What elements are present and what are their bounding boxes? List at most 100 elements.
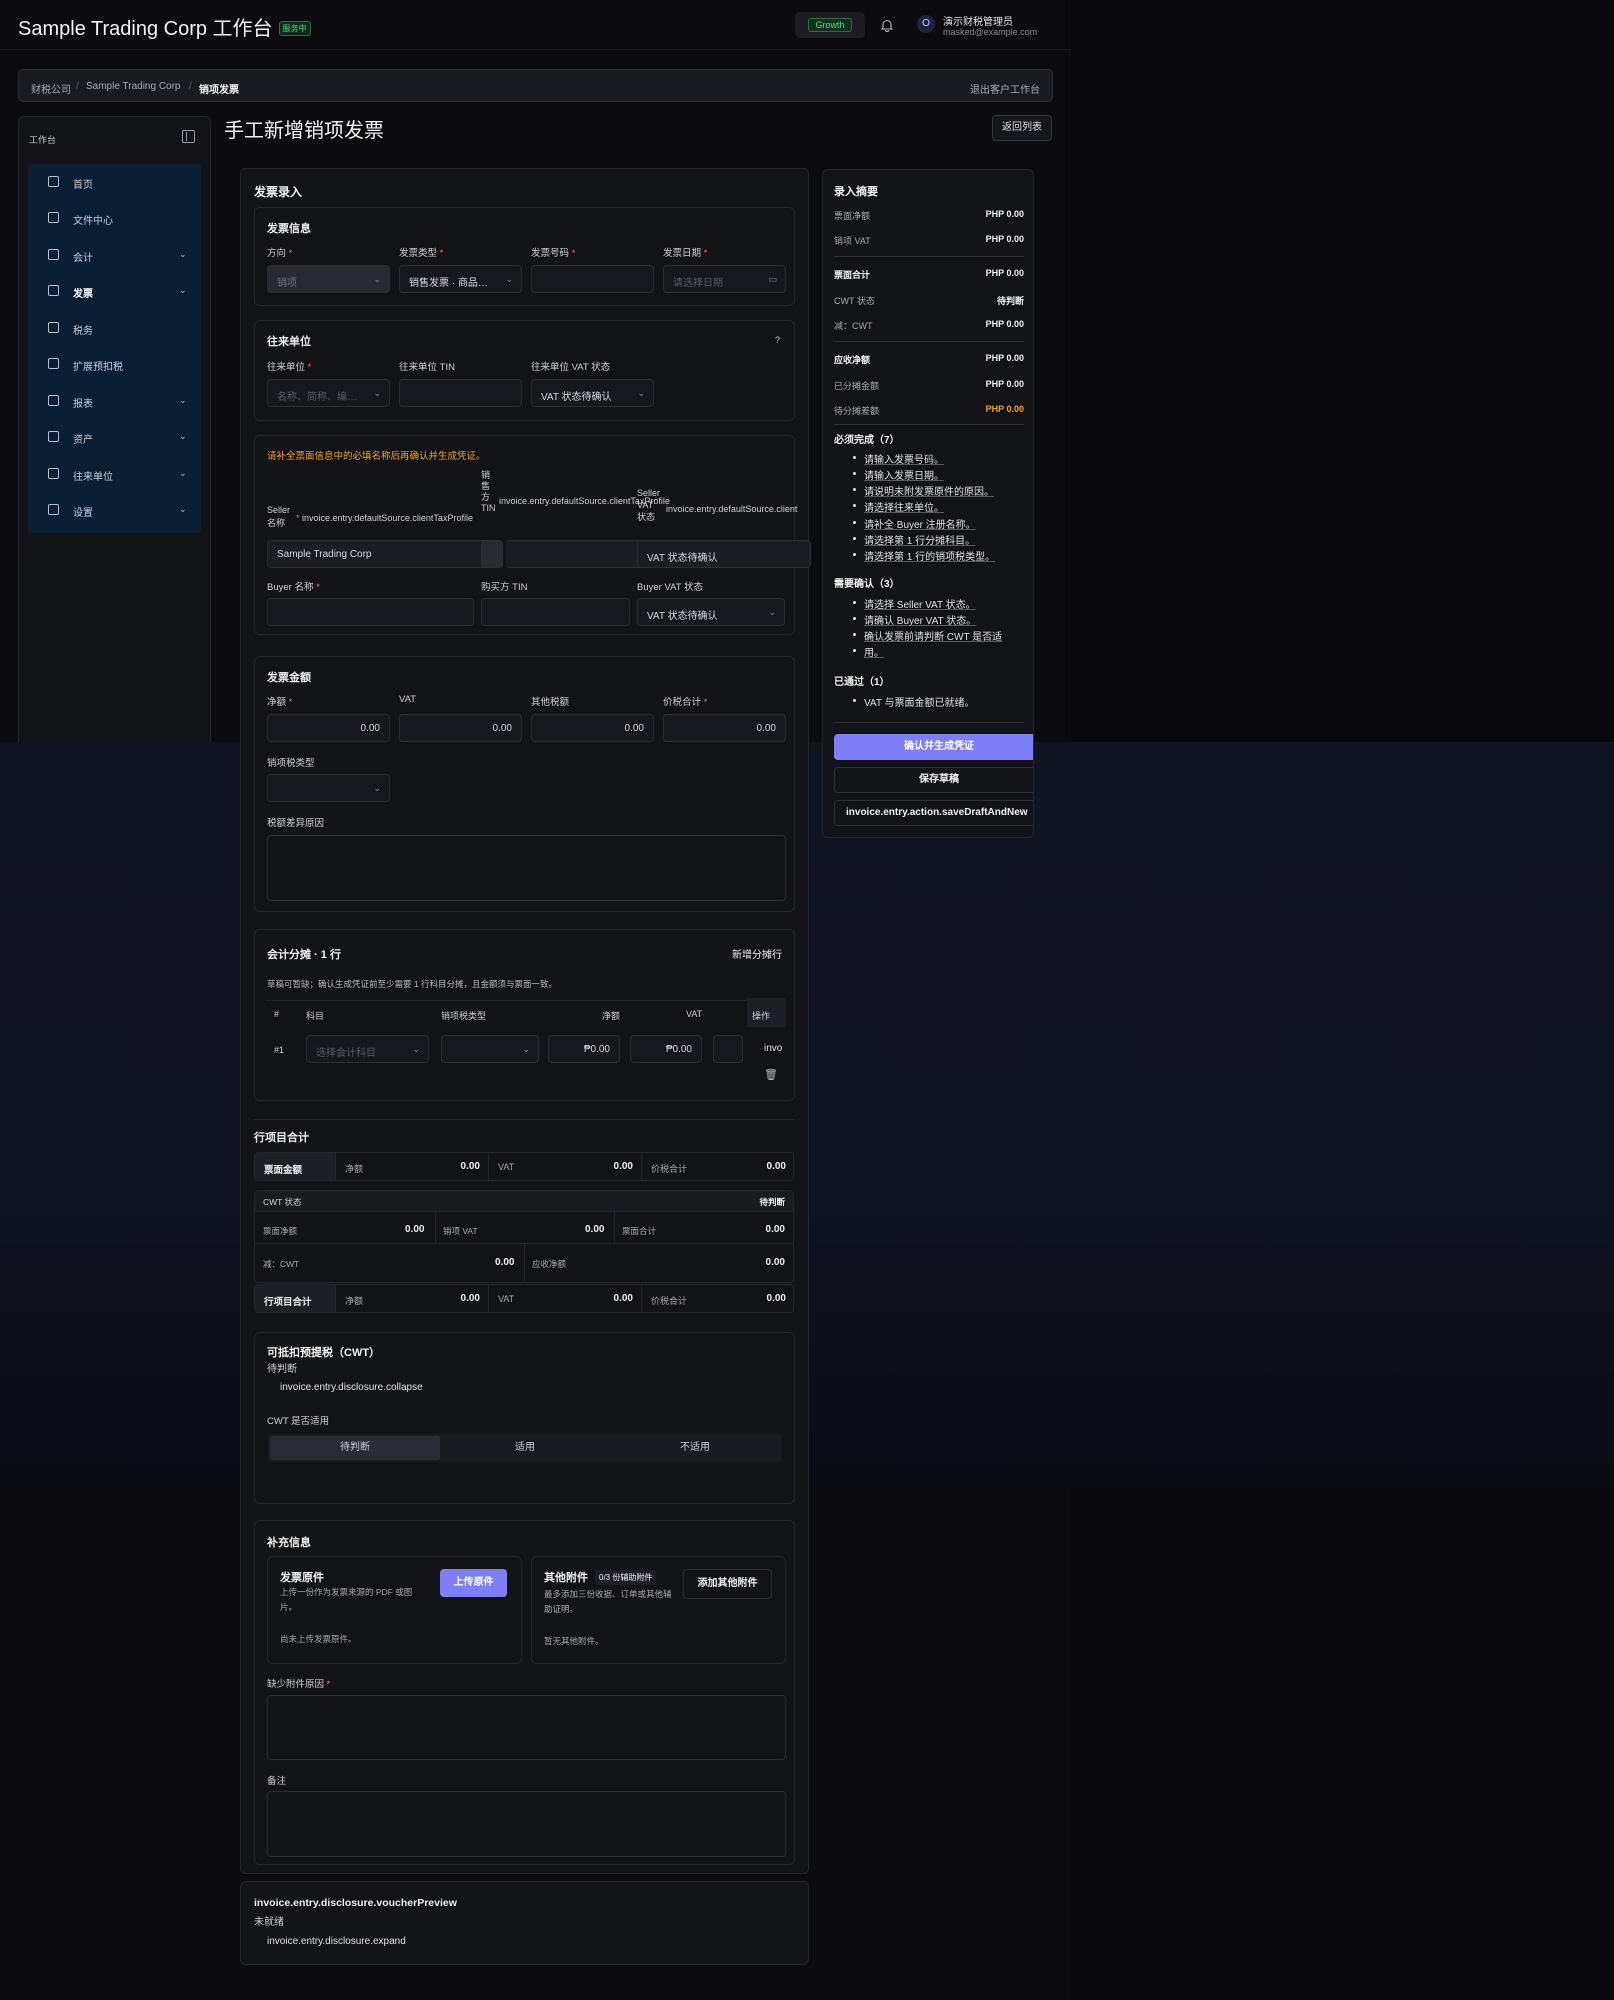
- divider: [255, 1211, 793, 1212]
- confirm-item[interactable]: 请选择 Seller VAT 状态。: [853, 596, 976, 611]
- required-item[interactable]: 请选择第 1 行分摊科目。: [852, 532, 975, 547]
- tax-diff-reason-label: 税额差异原因: [267, 818, 325, 829]
- row-tax-type-select[interactable]: ⌄: [441, 1035, 539, 1063]
- help-icon[interactable]: ?: [775, 335, 780, 345]
- avatar[interactable]: O: [917, 15, 935, 33]
- sidebar-item-withholding[interactable]: 扩展预扣税: [28, 346, 201, 382]
- sidebar-item-tax[interactable]: 税务: [28, 310, 201, 346]
- remark-textarea[interactable]: [267, 1791, 786, 1857]
- invoice-type-select[interactable]: 销售发票 · 商品… ⌄: [399, 265, 522, 293]
- col-vat: VAT: [686, 1009, 703, 1019]
- save-draft-button[interactable]: 保存草稿: [834, 767, 1033, 793]
- original-invoice-desc: 上传一份作为发票来源的 PDF 或图片。: [280, 1587, 413, 1612]
- confirm-item[interactable]: 请确认 Buyer VAT 状态。: [852, 612, 976, 627]
- required-item[interactable]: 请补全 Buyer 注册名称。: [853, 516, 976, 531]
- breadcrumb: 财税公司 / Sample Trading Corp / 销项发票 退出客户工作…: [18, 69, 1053, 102]
- book-icon: [48, 249, 59, 260]
- confirm-item[interactable]: 确认发票前请判断 CWT 是否适: [852, 628, 1002, 643]
- save-draft-and-new-button[interactable]: invoice.entry.action.saveDraftAndNew: [834, 800, 1033, 826]
- breadcrumb-item-firm[interactable]: 财税公司: [31, 81, 71, 96]
- invoice-info-section: 发票信息 方向 * 销项 ⌄ 发票类型 * 销售发票 · 商品… ⌄ 发票号码 * …: [254, 207, 795, 306]
- confirm-generate-voucher-button[interactable]: 确认并生成凭证: [834, 734, 1033, 760]
- row-action-text[interactable]: invo: [764, 1043, 782, 1054]
- row-vat-input[interactable]: ₱0.00: [630, 1035, 702, 1063]
- counterparty-tin-input[interactable]: [399, 379, 522, 407]
- user-name: 演示财税管理员: [943, 17, 1013, 28]
- sidebar-item-label: 设置: [73, 508, 93, 519]
- sidebar-item-settings[interactable]: 设置 ⌄: [28, 492, 201, 528]
- summary-row-face-net: 票面净额 PHP 0.00: [834, 209, 1024, 221]
- sidebar-item-label: 报表: [73, 399, 93, 410]
- sidebar-item-contacts[interactable]: 往来单位 ⌄: [28, 456, 201, 492]
- seller-name-input[interactable]: Sample Trading Corp: [267, 540, 497, 568]
- net-amount-input[interactable]: 0.00: [267, 714, 390, 742]
- withholding-icon: [48, 358, 59, 369]
- bell-icon[interactable]: [880, 18, 894, 32]
- sidebar-item-label: 会计: [73, 253, 93, 264]
- plan-badge[interactable]: Growth: [795, 12, 865, 38]
- invoice-number-input[interactable]: [531, 265, 654, 293]
- form-title: 发票录入: [254, 185, 303, 199]
- buyer-name-input[interactable]: [267, 598, 474, 626]
- tax-diff-reason-textarea[interactable]: [267, 835, 786, 901]
- app-title: Sample Trading Corp 工作台 服务中: [18, 12, 311, 41]
- other-attachments-title: 其他附件: [544, 1572, 588, 1584]
- counterparty-vat-select[interactable]: VAT 状态待确认 ⌄: [531, 379, 654, 407]
- sidebar-item-reports[interactable]: 报表 ⌄: [28, 383, 201, 419]
- summary-row-cwt-status: CWT 状态 待判断: [834, 296, 1024, 306]
- add-other-attachment-button[interactable]: 添加其他附件: [683, 1569, 772, 1599]
- sidebar-item-home[interactable]: 首页: [28, 164, 201, 200]
- required-item[interactable]: 请选择往来单位。: [853, 499, 944, 514]
- output-tax-type-select[interactable]: ⌄: [267, 774, 390, 802]
- sidebar-item-label: 发票: [73, 289, 93, 300]
- exit-client-workspace-link[interactable]: 退出客户工作台: [970, 81, 1040, 96]
- required-item[interactable]: 请选择第 1 行的销项税类型。: [852, 548, 995, 563]
- cwt-option-applicable[interactable]: 适用: [440, 1436, 610, 1460]
- cwt-status-label: CWT 状态: [263, 1197, 302, 1207]
- cwt-option-pending[interactable]: 待判断: [270, 1436, 440, 1460]
- seller-vat-select[interactable]: VAT 状态待确认: [637, 540, 811, 568]
- line-items-total-row: 行项目合计 净额 0.00 VAT 0.00 价税合计 0.00: [254, 1284, 794, 1313]
- gross-total-input[interactable]: 0.00: [663, 714, 786, 742]
- cwt-applicable-segmented: 待判断 适用 不适用: [268, 1434, 782, 1462]
- counterparty-tin-label: 往来单位 TIN: [399, 362, 455, 373]
- other-tax-input[interactable]: 0.00: [531, 714, 654, 742]
- vat-amount-input[interactable]: 0.00: [399, 714, 522, 742]
- breadcrumb-item-client[interactable]: Sample Trading Corp: [86, 81, 181, 92]
- summary-row-less-cwt: 减：CWT PHP 0.00: [834, 319, 1024, 331]
- required-item[interactable]: 请输入发票日期。: [853, 467, 944, 482]
- invoice-icon: [48, 285, 59, 296]
- sidebar-item-files[interactable]: 文件中心: [28, 200, 201, 236]
- required-item[interactable]: 请说明未附发票原件的原因。: [853, 483, 994, 498]
- cwt-option-not-applicable[interactable]: 不适用: [610, 1436, 780, 1460]
- upload-original-button[interactable]: 上传原件: [440, 1569, 507, 1597]
- required-item[interactable]: 请输入发票号码。: [853, 451, 944, 466]
- missing-reason-textarea[interactable]: [267, 1695, 786, 1760]
- account-select[interactable]: 选择会计科目 ⌄: [306, 1035, 429, 1063]
- voucher-expand-toggle[interactable]: invoice.entry.disclosure.expand: [267, 1936, 406, 1947]
- sidebar-item-invoices[interactable]: 发票 ⌄: [28, 273, 201, 309]
- direction-select[interactable]: 销项 ⌄: [267, 265, 390, 293]
- sidebar-item-accounting[interactable]: 会计 ⌄: [28, 237, 201, 273]
- buyer-tin-input[interactable]: [481, 598, 630, 626]
- sidebar-collapse-icon[interactable]: [182, 130, 195, 143]
- add-allocation-row-button[interactable]: 新增分摊行: [732, 946, 782, 961]
- cwt-collapse-toggle[interactable]: invoice.entry.disclosure.collapse: [280, 1382, 423, 1393]
- breadcrumb-separator: /: [76, 81, 79, 92]
- row-extra-input[interactable]: [713, 1035, 743, 1063]
- trash-icon[interactable]: 🗑: [764, 1068, 778, 1081]
- sidebar-item-label: 往来单位: [73, 472, 113, 483]
- invoice-date-picker[interactable]: 请选择日期 ▭: [663, 265, 786, 293]
- counterparty-select[interactable]: 名称、简称、编… ⌄: [267, 379, 390, 407]
- row-net-input[interactable]: ₱0.00: [548, 1035, 620, 1063]
- sidebar-item-assets[interactable]: 资产 ⌄: [28, 419, 201, 455]
- seller-tin-input[interactable]: [481, 540, 503, 568]
- invoice-date-label: 发票日期 *: [663, 248, 708, 259]
- summary-row-allocated: 已分摊金额 PHP 0.00: [834, 379, 1024, 391]
- warning-text: 请补全票面信息中的必填名称后再确认并生成凭证。: [267, 451, 486, 462]
- seller-tin-label: 销 售 方 TIN: [481, 470, 496, 513]
- back-to-list-button[interactable]: 返回列表: [992, 115, 1052, 141]
- buyer-vat-select[interactable]: VAT 状态待确认 ⌄: [637, 598, 785, 626]
- other-tax-label: 其他税额: [531, 697, 570, 708]
- section-title: 发票信息: [267, 223, 311, 235]
